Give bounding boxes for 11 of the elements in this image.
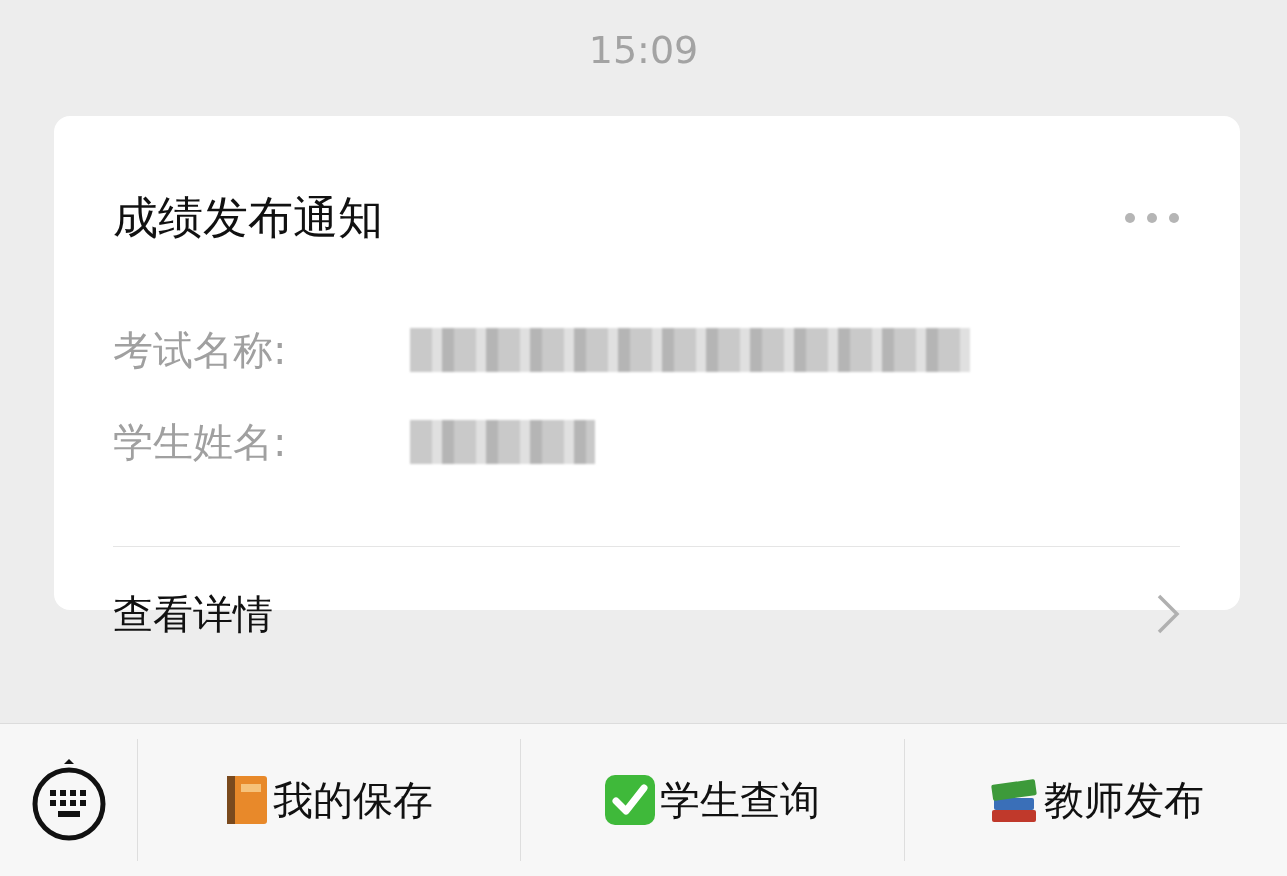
card-title: 成绩发布通知 (113, 190, 383, 246)
menu-button[interactable]: 学生查询 (521, 739, 904, 861)
book-icon (225, 774, 270, 826)
details-link[interactable]: 查看详情 (113, 547, 1180, 681)
checkmark-icon (604, 774, 657, 826)
menu-button[interactable]: 我的保存 (138, 739, 521, 861)
timestamp: 15:09 (588, 28, 699, 72)
menu-button[interactable]: 教师发布 (904, 739, 1287, 861)
field-label: 学生姓名: (113, 417, 288, 467)
chevron-icon (1156, 593, 1180, 635)
field-label: 考试名称: (113, 325, 288, 375)
